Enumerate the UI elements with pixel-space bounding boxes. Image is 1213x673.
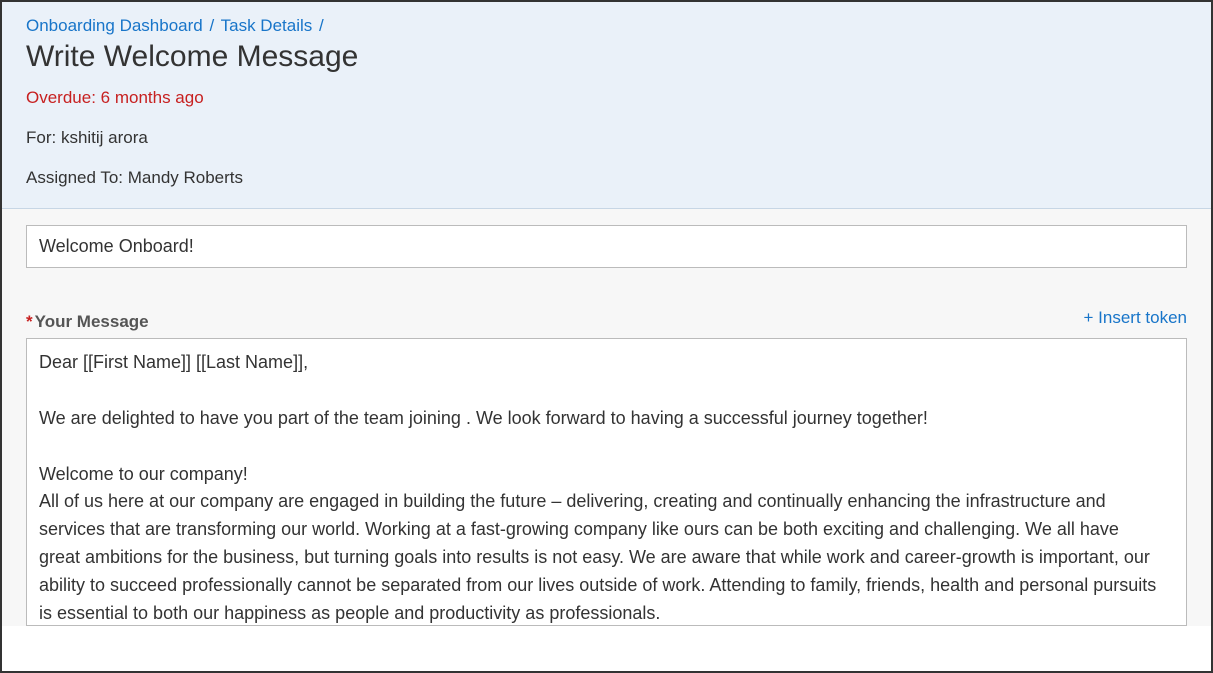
- overdue-status: Overdue: 6 months ago: [26, 88, 1187, 108]
- required-asterisk-icon: *: [26, 312, 33, 331]
- breadcrumb-separator: /: [319, 16, 324, 35]
- breadcrumb-link-dashboard[interactable]: Onboarding Dashboard: [26, 16, 203, 35]
- message-textarea[interactable]: [27, 339, 1186, 625]
- task-header: Onboarding Dashboard / Task Details / Wr…: [2, 2, 1211, 209]
- page-title: Write Welcome Message: [26, 40, 1187, 74]
- message-label: *Your Message: [26, 312, 149, 332]
- breadcrumb: Onboarding Dashboard / Task Details /: [26, 16, 1187, 36]
- subject-input[interactable]: [26, 225, 1187, 268]
- for-line: For: kshitij arora: [26, 128, 1187, 148]
- message-box: [26, 338, 1187, 626]
- message-form: *Your Message + Insert token: [2, 209, 1211, 626]
- assigned-to-line: Assigned To: Mandy Roberts: [26, 168, 1187, 188]
- breadcrumb-separator: /: [209, 16, 214, 35]
- message-label-text: Your Message: [35, 312, 149, 331]
- breadcrumb-link-task-details[interactable]: Task Details: [221, 16, 313, 35]
- insert-token-link[interactable]: + Insert token: [1084, 304, 1187, 332]
- message-label-row: *Your Message + Insert token: [26, 304, 1187, 332]
